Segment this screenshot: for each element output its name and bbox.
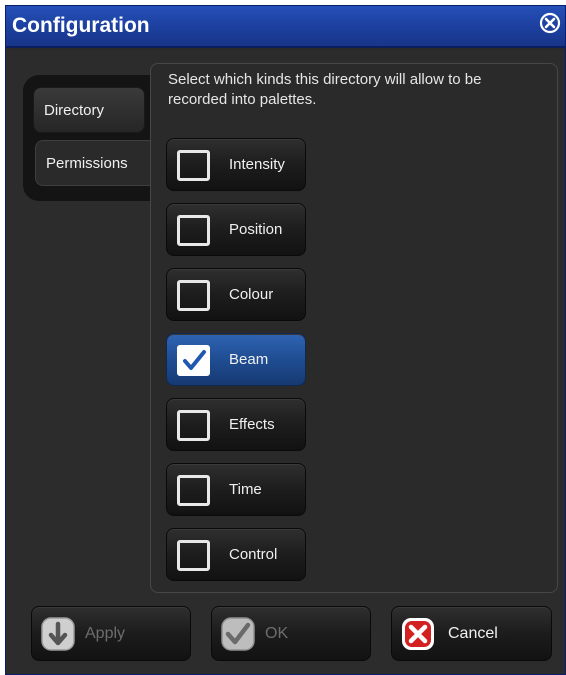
kind-control-toggle[interactable]: Control xyxy=(166,528,306,581)
apply-arrow-icon xyxy=(40,616,76,657)
checkbox xyxy=(177,540,210,571)
cancel-label: Cancel xyxy=(448,625,498,642)
checkbox xyxy=(177,150,210,181)
title-bar: Configuration xyxy=(6,6,565,48)
checkbox xyxy=(177,215,210,246)
kind-position-toggle[interactable]: Position xyxy=(166,203,306,256)
kind-label: Colour xyxy=(229,286,274,303)
kind-label: Intensity xyxy=(229,156,285,173)
dialog-body: Directory Permissions Select which kinds… xyxy=(6,50,565,674)
tab-directory[interactable]: Directory xyxy=(33,87,145,133)
instruction-text: Select which kinds this directory will a… xyxy=(168,71,482,108)
kind-label: Position xyxy=(229,221,283,238)
apply-button[interactable]: Apply xyxy=(31,606,191,661)
configuration-window: Configuration Directory Permissions Sele… xyxy=(5,5,566,675)
tab-directory-label: Directory xyxy=(44,101,105,119)
check-icon xyxy=(220,616,256,657)
checkbox xyxy=(177,410,210,441)
checkbox xyxy=(177,280,210,311)
kind-label: Time xyxy=(229,481,262,498)
checkbox xyxy=(177,475,210,506)
kind-effects-toggle[interactable]: Effects xyxy=(166,398,306,451)
cancel-button[interactable]: Cancel xyxy=(391,606,552,661)
kind-intensity-toggle[interactable]: Intensity xyxy=(166,138,306,191)
kind-colour-toggle[interactable]: Colour xyxy=(166,268,306,321)
kind-label: Beam xyxy=(229,351,269,368)
ok-label: OK xyxy=(265,625,289,642)
kind-label: Effects xyxy=(229,416,275,433)
kind-label: Control xyxy=(229,546,278,563)
kind-beam-toggle[interactable]: Beam xyxy=(166,333,306,386)
cancel-x-icon xyxy=(400,616,436,657)
close-icon[interactable] xyxy=(539,12,561,34)
checkbox-checked xyxy=(177,345,210,376)
tab-permissions-label: Permissions xyxy=(46,154,128,172)
kind-time-toggle[interactable]: Time xyxy=(166,463,306,516)
tab-permissions[interactable]: Permissions xyxy=(35,140,165,186)
ok-button[interactable]: OK xyxy=(211,606,371,661)
permissions-panel: Select which kinds this directory will a… xyxy=(150,63,558,593)
checkmark-icon xyxy=(183,350,206,370)
apply-label: Apply xyxy=(85,625,126,642)
window-title: Configuration xyxy=(12,14,150,37)
